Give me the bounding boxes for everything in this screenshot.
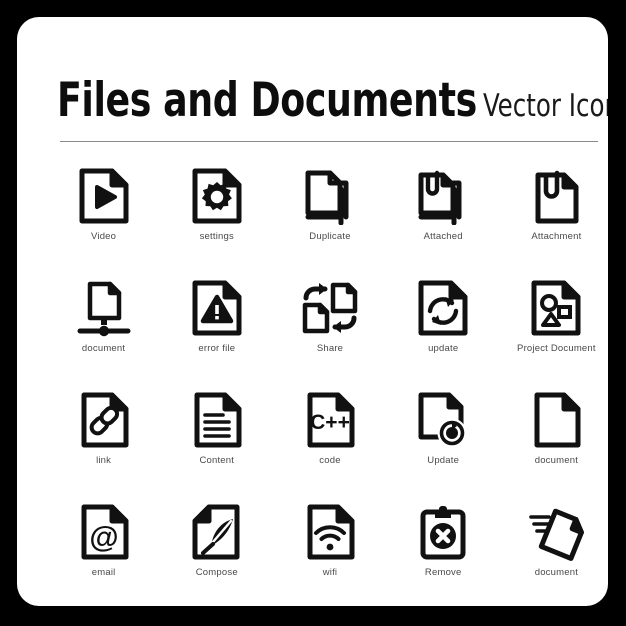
icon-cell[interactable]: document: [500, 387, 608, 499]
file-duplicate-stack-icon[interactable]: [295, 163, 365, 229]
file-code-cpp-icon[interactable]: C++: [295, 387, 365, 453]
icon-cell[interactable]: wifi: [273, 499, 386, 606]
poster-header: Files and Documents Vector Icons: [57, 73, 608, 135]
icon-cell[interactable]: Video: [47, 163, 160, 275]
svg-text:@: @: [89, 521, 118, 554]
file-project-shapes-icon[interactable]: [521, 275, 591, 341]
file-error-warning-icon[interactable]: [182, 275, 252, 341]
file-wifi-signal-icon[interactable]: [295, 499, 365, 565]
svg-text:C++: C++: [310, 411, 350, 434]
page-subtitle: Vector Icons: [483, 88, 608, 124]
icon-cell[interactable]: Attachment: [500, 163, 608, 275]
icon-cell[interactable]: Duplicate: [273, 163, 386, 275]
clipboard-remove-cross-icon[interactable]: [408, 499, 478, 565]
file-link-chain-icon[interactable]: [69, 387, 139, 453]
icon-cell[interactable]: Attached: [387, 163, 500, 275]
icon-label: Remove: [424, 567, 462, 578]
icon-set-card: Files and Documents Vector Icons Video: [17, 17, 608, 606]
file-share-arrows-icon[interactable]: [295, 275, 365, 341]
icon-label: document: [81, 343, 126, 354]
icon-label: link: [96, 455, 112, 466]
poster-page: Files and Documents Vector Icons Video: [0, 0, 626, 626]
icon-cell[interactable]: document: [500, 499, 608, 606]
icon-label: settings: [199, 231, 234, 242]
file-compose-quill-icon[interactable]: [182, 499, 252, 565]
icon-label: Duplicate: [309, 231, 351, 242]
file-send-tilted-icon[interactable]: [521, 499, 591, 565]
icon-label: error file: [198, 343, 236, 354]
icon-cell[interactable]: Remove: [387, 499, 500, 606]
file-video-play-icon[interactable]: [69, 163, 139, 229]
file-network-node-icon[interactable]: [69, 275, 139, 341]
icon-label: email: [91, 567, 116, 578]
file-settings-gear-icon[interactable]: [182, 163, 252, 229]
icon-cell[interactable]: update: [387, 275, 500, 387]
icon-cell[interactable]: C++ code: [273, 387, 386, 499]
icon-label: Attachment: [531, 231, 582, 242]
icon-cell[interactable]: Content: [160, 387, 273, 499]
icon-cell[interactable]: document: [47, 275, 160, 387]
file-email-at-icon[interactable]: @: [69, 499, 139, 565]
icon-label: code: [319, 455, 341, 466]
icon-grid: Video settings Duplicate Attached Attach…: [47, 163, 608, 606]
icon-label: Share: [316, 343, 344, 354]
icon-label: Attached: [423, 231, 463, 242]
icon-label: Update: [427, 455, 460, 466]
icon-label: update: [428, 343, 459, 354]
icon-label: Compose: [195, 567, 238, 578]
icon-cell[interactable]: settings: [160, 163, 273, 275]
page-title: Files and Documents: [57, 73, 477, 128]
icon-cell[interactable]: error file: [160, 275, 273, 387]
file-attached-stack-clip-icon[interactable]: [408, 163, 478, 229]
file-attachment-clip-icon[interactable]: [521, 163, 591, 229]
icon-label: Project Document: [517, 343, 596, 354]
file-content-lines-icon[interactable]: [182, 387, 252, 453]
icon-label: document: [534, 567, 579, 578]
file-update-refresh-icon[interactable]: [408, 275, 478, 341]
icon-cell[interactable]: Update: [387, 387, 500, 499]
icon-label: document: [534, 455, 579, 466]
file-update-badge-icon[interactable]: [408, 387, 478, 453]
file-blank-icon[interactable]: [521, 387, 591, 453]
icon-label: Content: [199, 455, 235, 466]
icon-cell[interactable]: Share: [273, 275, 386, 387]
header-divider: [60, 141, 598, 142]
icon-cell[interactable]: @ email: [47, 499, 160, 606]
icon-cell[interactable]: Project Document: [500, 275, 608, 387]
icon-cell[interactable]: Compose: [160, 499, 273, 606]
icon-label: wifi: [322, 567, 338, 578]
icon-label: Video: [91, 231, 117, 242]
icon-cell[interactable]: link: [47, 387, 160, 499]
